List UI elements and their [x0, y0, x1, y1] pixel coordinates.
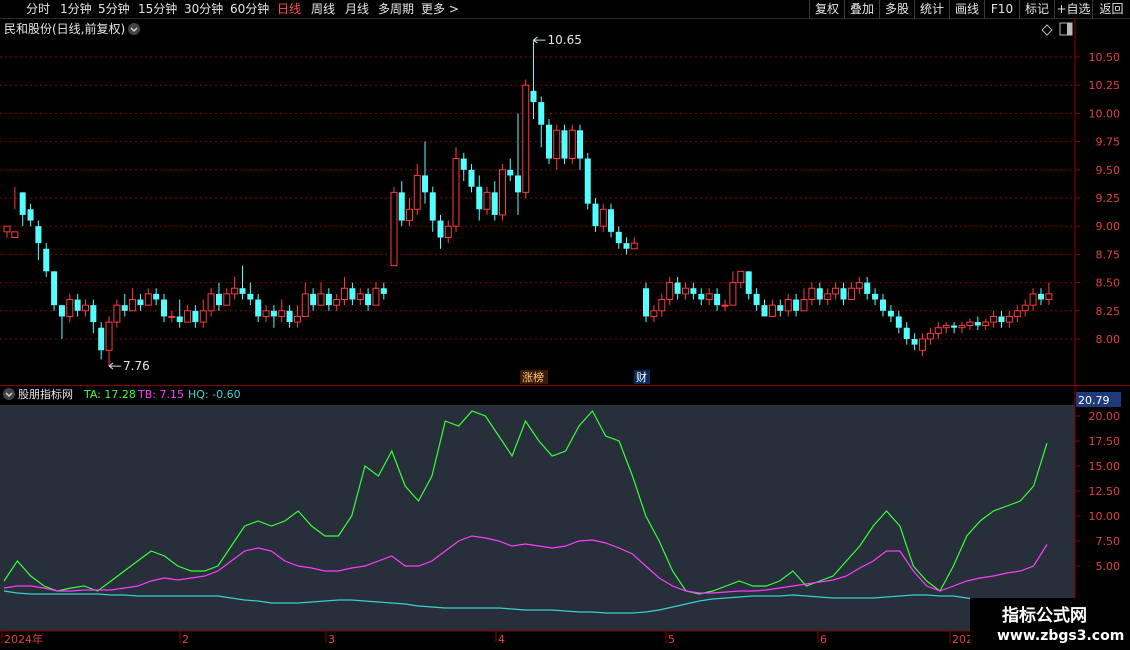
event-tag-limit-up[interactable]: 涨榜 — [520, 370, 548, 384]
price-tick-label: 8.25 — [1096, 305, 1121, 318]
date-tick-label: 2024年 — [4, 632, 43, 646]
kline-chart[interactable]: 10.50 10.25 10.00 9.75 9.50 9.25 9.00 8.75 8.50 8… — [0, 19, 1130, 385]
period-tab[interactable]: 月线 — [345, 1, 369, 18]
period-tab[interactable]: 15分钟 — [138, 1, 177, 18]
period-toolbar: 分时 1分钟 5分钟 15分钟 30分钟 60分钟 日线 周线 月线 多周期 更多 > 复权 叠加 多股统… — [0, 0, 1130, 19]
toolbar-button[interactable]: 复权 — [809, 0, 844, 19]
date-tick-label: 5 — [668, 633, 675, 646]
period-tab[interactable]: 周线 — [311, 1, 335, 18]
date-tick-label: 6 — [820, 633, 827, 646]
toolbar-button[interactable]: F10 — [984, 0, 1019, 19]
watermark-title: 指标公式网 — [1002, 605, 1087, 626]
candle — [643, 282, 649, 323]
toolbar-button[interactable]: 返回 — [1092, 0, 1130, 19]
date-tick-label: 202 — [952, 633, 973, 646]
period-tab[interactable]: 1分钟 — [60, 1, 92, 18]
price-tick-label: 10.25 — [1089, 79, 1121, 92]
price-tick-label: 10.00 — [1089, 107, 1121, 120]
candle — [499, 164, 506, 221]
toolbar-button[interactable]: 叠加 — [844, 0, 879, 19]
toolbar-button[interactable]: 标记 — [1019, 0, 1054, 19]
candle — [568, 124, 576, 165]
indicator-max-badge: 20.79 — [1076, 392, 1121, 407]
candle — [522, 79, 530, 198]
price-tick-label: 10.50 — [1089, 51, 1121, 64]
price-tick-label: 9.00 — [1096, 220, 1121, 233]
period-tab[interactable]: 分时 — [26, 1, 50, 18]
indicator-tick-label: 7.50 — [1096, 535, 1121, 548]
price-tick-label: 8.00 — [1096, 333, 1121, 346]
chart-title: 民和股份(日线,前复权) — [4, 21, 125, 36]
indicator-tick-label: 17.50 — [1089, 435, 1121, 448]
tb-label: TB: 7.15 — [137, 388, 184, 401]
indicator-tick-label: 15.00 — [1089, 460, 1121, 473]
period-tab[interactable]: 多周期 — [378, 1, 414, 18]
watermark: 指标公式网 www.zbgs3.com — [970, 598, 1130, 650]
date-tick-label: 4 — [498, 633, 505, 646]
high-price-label: 10.65 — [548, 33, 582, 47]
candle — [51, 271, 58, 311]
price-tick-label: 8.50 — [1096, 277, 1121, 290]
period-tab[interactable]: 更多 > — [421, 1, 459, 18]
indicator-tick-label: 5.00 — [1096, 560, 1121, 573]
svg-text:20.79: 20.79 — [1078, 394, 1110, 407]
candle — [452, 147, 460, 232]
period-tab[interactable]: 5分钟 — [98, 1, 130, 18]
indicator-menu-icon[interactable] — [3, 388, 15, 400]
indicator-name: 股朋指标网 — [18, 387, 73, 401]
toolbar-button[interactable]: 多股 — [879, 0, 914, 19]
price-tick-label: 9.25 — [1096, 192, 1121, 205]
candle — [390, 186, 398, 267]
indicator-chart[interactable]: 20.0017.5015.0012.5010.007.505.00 20.79 … — [0, 385, 1130, 650]
indicator-tick-label: 10.00 — [1089, 510, 1121, 523]
candle — [546, 119, 552, 165]
toolbar-button[interactable]: 统计 — [914, 0, 949, 19]
toolbar-button[interactable]: +自选 — [1054, 0, 1092, 19]
event-tag-finance[interactable]: 财 — [634, 370, 650, 384]
indicator-tick-label: 12.50 — [1089, 485, 1121, 498]
chart-options-dropdown-icon[interactable] — [128, 23, 140, 35]
svg-text:财: 财 — [636, 370, 647, 384]
period-tab[interactable]: 日线 — [277, 1, 301, 18]
date-tick-label: 3 — [328, 633, 335, 646]
toolbar-button[interactable]: 画线 — [949, 0, 984, 19]
price-tick-label: 9.75 — [1096, 136, 1121, 149]
hq-label: HQ: -0.60 — [188, 388, 241, 401]
ta-label: TA: 17.28 — [83, 388, 136, 401]
watermark-url: www.zbgs3.com — [997, 628, 1124, 644]
period-tab[interactable]: 30分钟 — [184, 1, 223, 18]
period-tab[interactable]: 60分钟 — [230, 1, 269, 18]
svg-text:涨榜: 涨榜 — [522, 370, 544, 384]
date-tick-label: 2 — [182, 633, 189, 646]
candle — [584, 152, 591, 210]
low-price-label: 7.76 — [123, 359, 150, 373]
price-tick-label: 9.50 — [1096, 164, 1121, 177]
indicator-tick-label: 20.00 — [1089, 410, 1121, 423]
price-tick-label: 8.75 — [1096, 248, 1121, 261]
candle — [561, 124, 568, 165]
